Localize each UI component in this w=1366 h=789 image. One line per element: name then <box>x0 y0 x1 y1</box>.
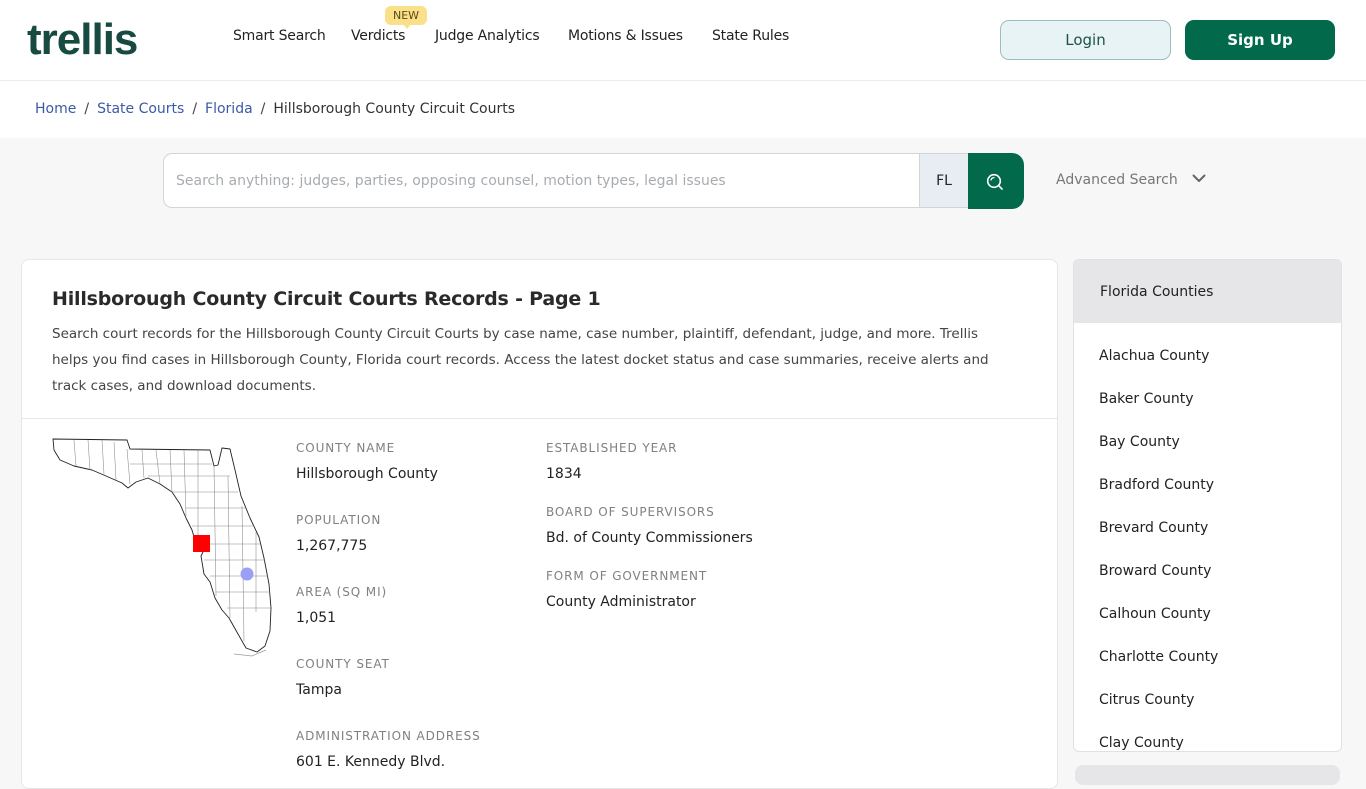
nav-verdicts[interactable]: Verdicts <box>351 28 405 44</box>
county-records-card: Hillsborough County Circuit Courts Recor… <box>21 259 1058 789</box>
search-bar: FL <box>163 153 1024 209</box>
search-icon <box>986 173 1003 190</box>
breadcrumb-separator: / <box>192 101 198 117</box>
county-link[interactable]: Brevard County <box>1074 507 1341 550</box>
field-label: Board of Supervisors <box>546 505 715 519</box>
lake-okeechobee <box>240 567 254 581</box>
florida-counties-heading: Florida Counties <box>1074 260 1341 323</box>
breadcrumb-separator: / <box>84 101 90 117</box>
page-description: Search court records for the Hillsboroug… <box>52 326 989 394</box>
field-value: Hillsborough County <box>296 466 438 482</box>
signup-button[interactable]: Sign Up <box>1185 20 1335 60</box>
county-link[interactable]: Calhoun County <box>1074 593 1341 636</box>
login-button[interactable]: Login <box>1000 20 1171 60</box>
county-link[interactable]: Bay County <box>1074 421 1341 464</box>
county-link[interactable]: Broward County <box>1074 550 1341 593</box>
field-label: Established Year <box>546 441 678 455</box>
county-link[interactable]: Citrus County <box>1074 679 1341 722</box>
nav-motions-issues[interactable]: Motions & Issues <box>568 28 683 44</box>
breadcrumb-current: Hillsborough County Circuit Courts <box>273 101 516 117</box>
nav-judge-analytics[interactable]: Judge Analytics <box>435 28 540 44</box>
divider <box>22 418 1057 419</box>
field-label: County Name <box>296 441 396 455</box>
florida-counties-panel: Florida Counties Alachua County Baker Co… <box>1073 259 1342 752</box>
breadcrumb-state-courts[interactable]: State Courts <box>97 101 184 117</box>
field-label: Population <box>296 513 382 527</box>
chevron-down-icon <box>1192 174 1206 182</box>
field-label: Administration Address <box>296 729 481 743</box>
field-county-seat: County Seat Tampa <box>296 657 390 698</box>
field-value: 1,051 <box>296 610 337 626</box>
field-county-name: County Name Hillsborough County <box>296 441 438 482</box>
advanced-search-toggle[interactable]: Advanced Search <box>1056 172 1206 188</box>
top-navbar: trellis Smart Search Verdicts Judge Anal… <box>0 0 1366 81</box>
trellis-logo[interactable]: trellis <box>27 14 138 66</box>
field-value: 1834 <box>546 466 582 482</box>
hillsborough-county-highlight <box>193 535 210 552</box>
field-area: Area (sq mi) 1,051 <box>296 585 387 626</box>
page-title: Hillsborough County Circuit Courts Recor… <box>52 288 601 310</box>
breadcrumb-bar: Home / State Courts / Florida / Hillsborough C… <box>0 81 1366 138</box>
state-selector[interactable]: FL <box>919 153 969 208</box>
nav-state-rules[interactable]: State Rules <box>712 28 789 44</box>
search-input[interactable] <box>163 153 920 208</box>
field-value: County Administrator <box>546 594 696 610</box>
field-value: Bd. of County Commissioners <box>546 530 753 546</box>
advanced-search-label: Advanced Search <box>1056 172 1178 188</box>
field-value: 1,267,775 <box>296 538 368 554</box>
field-population: Population 1,267,775 <box>296 513 381 554</box>
county-link[interactable]: Baker County <box>1074 378 1341 421</box>
nav-smart-search[interactable]: Smart Search <box>233 28 326 44</box>
breadcrumb-home[interactable]: Home <box>35 101 76 117</box>
county-link[interactable]: Alachua County <box>1074 335 1341 378</box>
field-value: Tampa <box>296 682 342 698</box>
breadcrumb-separator: / <box>260 101 266 117</box>
breadcrumb: Home / State Courts / Florida / Hillsborough C… <box>35 101 515 117</box>
county-list: Alachua County Baker County Bay County B… <box>1074 323 1341 751</box>
field-board-of-supervisors: Board of Supervisors Bd. of County Commi… <box>546 505 753 546</box>
county-link[interactable]: Bradford County <box>1074 464 1341 507</box>
county-link[interactable]: Clay County <box>1074 722 1341 751</box>
field-label: Area (sq mi) <box>296 585 388 599</box>
field-administration-address: Administration Address 601 E. Kennedy Bl… <box>296 729 481 770</box>
search-button[interactable] <box>968 153 1024 209</box>
breadcrumb-florida[interactable]: Florida <box>205 101 253 117</box>
field-label: County Seat <box>296 657 390 671</box>
new-badge: NEW <box>385 6 427 29</box>
florida-county-map <box>52 438 272 657</box>
field-form-of-government: Form of Government County Administrator <box>546 569 707 610</box>
secondary-panel-edge <box>1075 765 1340 785</box>
field-label: Form of Government <box>546 569 708 583</box>
field-established-year: Established Year 1834 <box>546 441 677 482</box>
county-link[interactable]: Charlotte County <box>1074 636 1341 679</box>
